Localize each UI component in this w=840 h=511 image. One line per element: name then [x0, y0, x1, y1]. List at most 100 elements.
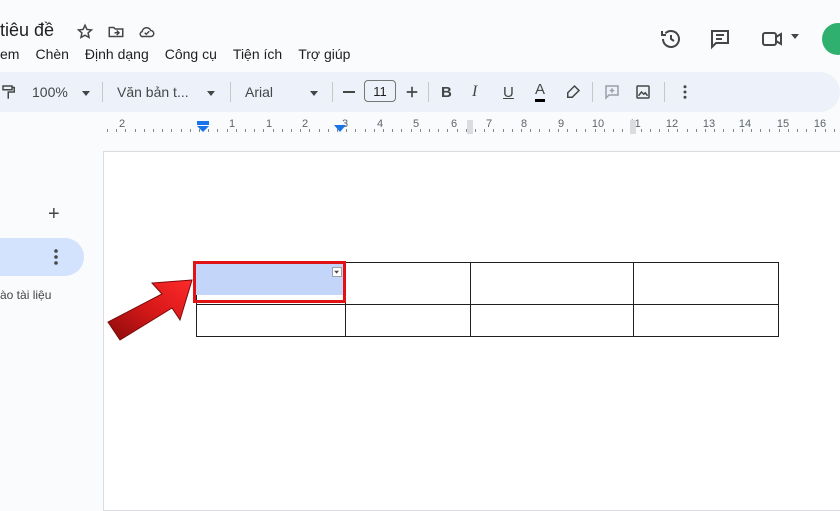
ruler-tick: [309, 129, 311, 132]
ruler-tick: [603, 129, 605, 132]
table-cell[interactable]: [470, 262, 634, 305]
ruler-tick: [668, 129, 670, 132]
table-cell[interactable]: [196, 304, 346, 337]
table-cell[interactable]: [633, 262, 779, 305]
ruler-tick: [815, 129, 817, 132]
table-cell[interactable]: [345, 262, 471, 305]
decrease-font-size-icon[interactable]: [343, 91, 355, 93]
ruler-tick: [245, 129, 246, 132]
ruler-tick: [401, 129, 403, 132]
ruler-tick: [364, 129, 366, 132]
ruler-tick: [640, 129, 642, 132]
star-icon[interactable]: [75, 22, 95, 42]
ruler-tick: [686, 129, 688, 132]
table-cell[interactable]: [470, 304, 634, 337]
add-comment-icon[interactable]: [603, 80, 621, 104]
document-title[interactable]: tiêu đề: [0, 20, 54, 41]
ruler-tick: [539, 129, 541, 132]
ruler-tick: [373, 129, 375, 132]
comment-icon[interactable]: [706, 25, 734, 53]
history-icon[interactable]: [657, 25, 685, 53]
ruler-tick: [576, 129, 578, 132]
ruler-tick: [567, 129, 568, 132]
increase-font-size-icon[interactable]: [403, 80, 421, 104]
sidebar-tab-item[interactable]: [0, 238, 84, 276]
menu-item-view[interactable]: em: [0, 46, 19, 66]
toolbar-divider: [592, 82, 593, 102]
meet-video-icon[interactable]: [758, 25, 786, 53]
italic-button[interactable]: I: [472, 80, 477, 104]
ruler-tick: [162, 129, 164, 132]
style-dropdown-icon[interactable]: [207, 91, 215, 96]
ruler-tick: [714, 129, 716, 132]
ruler-tick: [769, 129, 771, 132]
ruler-tick: [511, 129, 513, 132]
font-dropdown-icon[interactable]: [310, 91, 318, 96]
ruler-tick: [318, 129, 320, 132]
menu-item-help[interactable]: Trợ giúp: [298, 46, 350, 66]
menu-bar: em Chèn Định dạng Công cụ Tiện ích Trợ g…: [0, 46, 366, 66]
ruler[interactable]: 2 1 1 2 3 4 5 6 7 8 9 10 11 12 13 14 15 …: [103, 117, 840, 135]
ruler-number: 14: [738, 118, 752, 130]
cloud-saved-icon[interactable]: [137, 22, 157, 42]
ruler-tick: [778, 129, 780, 132]
menu-item-tools[interactable]: Công cụ: [165, 46, 217, 66]
ruler-number: 1: [265, 118, 273, 130]
ruler-tick: [649, 129, 651, 132]
ruler-tick: [217, 129, 219, 132]
ruler-tick: [659, 129, 660, 132]
avatar[interactable]: [822, 23, 840, 55]
add-tab-icon[interactable]: +: [48, 203, 64, 225]
insert-image-icon[interactable]: [634, 80, 652, 104]
style-select[interactable]: Văn bản t...: [117, 80, 189, 104]
move-folder-icon[interactable]: [106, 22, 126, 42]
ruler-tick: [447, 129, 449, 132]
column-marker[interactable]: [467, 120, 473, 134]
ruler-tick: [677, 129, 679, 132]
ruler-number: 7: [485, 118, 493, 130]
ruler-tick: [171, 129, 173, 132]
ruler-tick: [254, 129, 256, 132]
first-line-indent-marker[interactable]: [197, 121, 209, 125]
ruler-number: 1: [228, 118, 236, 130]
ruler-tick: [300, 129, 302, 132]
toolbar-divider: [332, 82, 333, 102]
font-size-input[interactable]: 11: [364, 80, 396, 102]
ruler-tick: [787, 129, 789, 132]
column-marker[interactable]: [630, 120, 636, 134]
zoom-dropdown-icon[interactable]: [82, 91, 90, 96]
meet-dropdown-icon[interactable]: [791, 34, 799, 39]
ruler-tick: [806, 129, 808, 132]
text-color-button[interactable]: A: [535, 80, 546, 102]
paint-format-icon[interactable]: [0, 80, 18, 104]
left-indent-marker[interactable]: [197, 126, 209, 132]
ruler-tick: [824, 129, 826, 132]
ruler-tick: [327, 129, 329, 132]
ruler-tick: [281, 129, 283, 132]
ruler-tick: [732, 129, 734, 132]
more-options-icon[interactable]: [676, 80, 694, 104]
ruler-tick: [456, 129, 458, 132]
menu-item-format[interactable]: Định dạng: [85, 46, 149, 66]
ruler-tick: [723, 129, 725, 132]
menu-item-extensions[interactable]: Tiện ích: [233, 46, 282, 66]
table-cell[interactable]: [345, 304, 471, 337]
underline-button[interactable]: U: [503, 80, 514, 104]
font-select[interactable]: Arial: [245, 80, 273, 104]
zoom-select[interactable]: 100%: [32, 80, 68, 104]
ruler-tick: [741, 129, 743, 132]
ruler-tick: [622, 129, 624, 132]
ruler-tick: [180, 129, 182, 132]
menu-item-insert[interactable]: Chèn: [35, 46, 68, 66]
more-vert-icon[interactable]: [50, 246, 62, 268]
sidebar-tab-label: ào tài liệu: [0, 288, 52, 302]
ruler-tick: [475, 129, 476, 132]
ruler-tick: [383, 129, 384, 132]
annotation-highlight-box: [193, 261, 346, 303]
bold-button[interactable]: B: [441, 80, 452, 104]
ruler-tick: [493, 129, 495, 132]
right-indent-marker[interactable]: [334, 125, 346, 132]
highlight-color-icon[interactable]: [564, 80, 582, 104]
ruler-tick: [153, 129, 154, 132]
table-cell[interactable]: [633, 304, 779, 337]
